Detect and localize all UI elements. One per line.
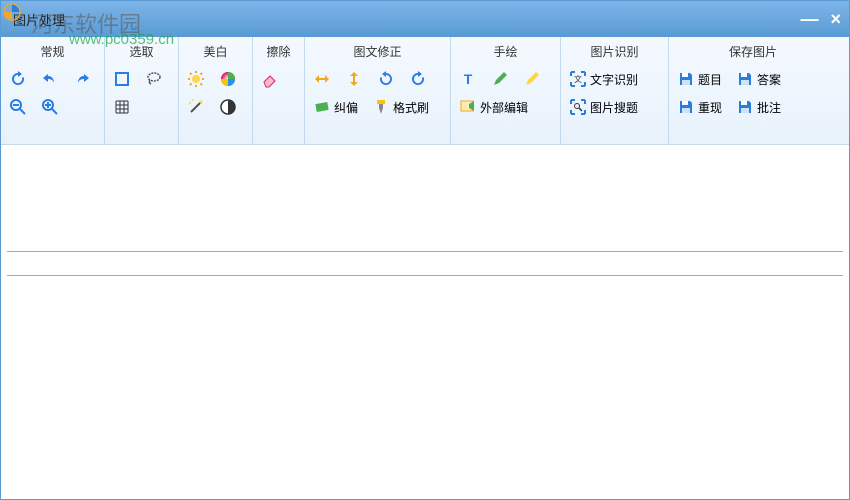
text-recog-icon: 文	[569, 70, 587, 88]
sun-icon	[187, 70, 205, 88]
group-header-save: 保存图片	[675, 37, 831, 64]
eraser-icon	[261, 70, 279, 88]
formatbrush-button[interactable]: 格式刷	[370, 96, 431, 118]
save-icon-4	[736, 98, 754, 116]
highlighter-button[interactable]	[521, 68, 543, 90]
grid-icon	[113, 98, 131, 116]
guide-line-2	[7, 275, 843, 276]
rect-select-button[interactable]	[111, 68, 133, 90]
canvas-area	[1, 145, 849, 499]
group-header-correct: 图文修正	[311, 37, 444, 64]
rotate-ccw-button[interactable]	[375, 68, 397, 90]
deskew-label: 纠偏	[334, 99, 358, 116]
image-search-button[interactable]: 图片搜题	[567, 96, 640, 118]
external-edit-button[interactable]: 外部编辑	[457, 96, 530, 118]
zoom-out-button[interactable]	[7, 96, 29, 118]
save-reproduce-button[interactable]: 重现	[675, 96, 724, 118]
group-header-general: 常规	[7, 37, 98, 64]
rotate-ccw-icon	[377, 70, 395, 88]
text-recog-label: 文字识别	[590, 71, 638, 88]
save-topic-label: 题目	[698, 71, 722, 88]
refresh-icon	[9, 70, 27, 88]
color-wheel-icon	[219, 70, 237, 88]
pencil-button[interactable]	[489, 68, 511, 90]
rotate-cw-icon	[409, 70, 427, 88]
highlighter-icon	[523, 70, 541, 88]
save-annotate-label: 批注	[757, 99, 781, 116]
arrow-left-right-button[interactable]	[311, 68, 333, 90]
arrow-up-down-button[interactable]	[343, 68, 365, 90]
contrast-button[interactable]	[217, 96, 239, 118]
arrow-ud-icon	[345, 70, 363, 88]
deskew-button[interactable]: 纠偏	[311, 96, 360, 118]
close-button[interactable]: ×	[830, 9, 841, 30]
wand-button[interactable]	[185, 96, 207, 118]
pencil-icon	[491, 70, 509, 88]
save-reproduce-label: 重现	[698, 99, 722, 116]
group-header-select: 选取	[111, 37, 172, 64]
group-header-hand: 手绘	[457, 37, 554, 64]
save-icon	[677, 70, 695, 88]
guide-line-1	[7, 251, 843, 252]
group-header-whiten: 美白	[185, 37, 246, 64]
refresh-button[interactable]	[7, 68, 29, 90]
minimize-button[interactable]: —	[800, 9, 818, 30]
redo-button[interactable]	[71, 68, 93, 90]
group-header-ocr: 图片识别	[567, 37, 662, 64]
eraser-button[interactable]	[259, 68, 281, 90]
lasso-icon	[145, 70, 163, 88]
wand-icon	[187, 98, 205, 116]
save-icon-2	[736, 70, 754, 88]
save-answer-label: 答案	[757, 71, 781, 88]
save-icon-3	[677, 98, 695, 116]
text-tool-button[interactable]: T	[457, 68, 479, 90]
save-topic-button[interactable]: 题目	[675, 68, 724, 90]
redo-icon	[73, 70, 91, 88]
color-button[interactable]	[217, 68, 239, 90]
image-search-icon	[569, 98, 587, 116]
ribbon: 常规 选取 美白	[1, 37, 849, 145]
lasso-select-button[interactable]	[143, 68, 165, 90]
arrow-lr-icon	[313, 70, 331, 88]
rect-select-icon	[113, 70, 131, 88]
text-icon: T	[459, 70, 477, 88]
external-edit-label: 外部编辑	[480, 99, 528, 116]
undo-icon	[41, 70, 59, 88]
formatbrush-icon	[372, 98, 390, 116]
rotate-cw-button[interactable]	[407, 68, 429, 90]
text-recog-button[interactable]: 文文字识别	[567, 68, 640, 90]
save-annotate-button[interactable]: 批注	[734, 96, 783, 118]
zoom-in-icon	[41, 98, 59, 116]
image-search-label: 图片搜题	[590, 99, 638, 116]
deskew-icon	[313, 98, 331, 116]
titlebar: 图片处理 — ×	[1, 1, 849, 37]
zoom-out-icon	[9, 98, 27, 116]
svg-text:T: T	[464, 71, 473, 87]
zoom-in-button[interactable]	[39, 96, 61, 118]
contrast-icon	[219, 98, 237, 116]
window-title: 图片处理	[13, 10, 65, 29]
save-answer-button[interactable]: 答案	[734, 68, 783, 90]
grid-button[interactable]	[111, 96, 133, 118]
group-header-erase: 擦除	[259, 37, 298, 64]
undo-button[interactable]	[39, 68, 61, 90]
brightness-button[interactable]	[185, 68, 207, 90]
formatbrush-label: 格式刷	[393, 99, 429, 116]
external-edit-icon	[459, 98, 477, 116]
svg-text:文: 文	[574, 74, 582, 84]
